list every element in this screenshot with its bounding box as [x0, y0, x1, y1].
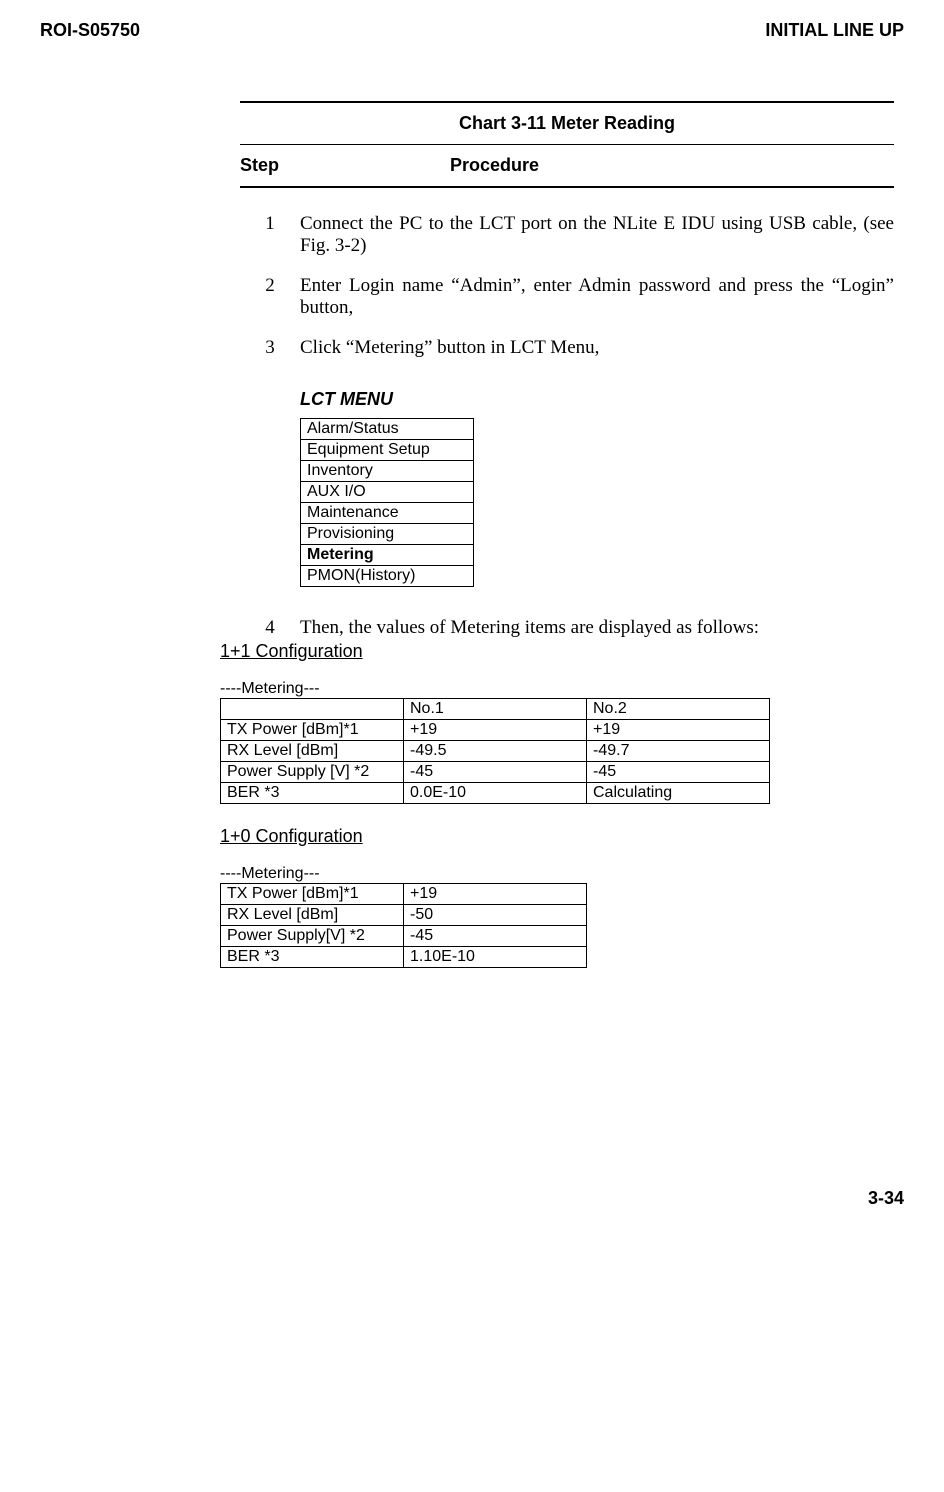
column-step: Step — [240, 155, 450, 176]
step-number: 4 — [240, 617, 300, 639]
lct-menu-heading: LCT MENU — [300, 389, 894, 410]
config-heading-1plus1: 1+1 Configuration — [220, 641, 874, 662]
table-cell: TX Power [dBm]*1 — [221, 884, 404, 905]
step-text: Enter Login name “Admin”, enter Admin pa… — [300, 275, 894, 319]
lct-menu-item[interactable]: Equipment Setup — [301, 440, 474, 461]
table-cell: +19 — [587, 720, 770, 741]
section-title: INITIAL LINE UP — [765, 20, 904, 41]
table-cell: No.2 — [587, 699, 770, 720]
table-cell: -45 — [404, 926, 587, 947]
table-cell: BER *3 — [221, 947, 404, 968]
table-cell: RX Level [dBm] — [221, 741, 404, 762]
table-row: BER *3 1.10E-10 — [221, 947, 587, 968]
table-cell: Power Supply[V] *2 — [221, 926, 404, 947]
table-cell: Power Supply [V] *2 — [221, 762, 404, 783]
table-row: RX Level [dBm] -49.5 -49.7 — [221, 741, 770, 762]
table-row: TX Power [dBm]*1 +19 +19 — [221, 720, 770, 741]
step-text: Click “Metering” button in LCT Menu, — [300, 337, 894, 359]
step-number: 2 — [240, 275, 300, 319]
table-row: RX Level [dBm] -50 — [221, 905, 587, 926]
table-row: No.1 No.2 — [221, 699, 770, 720]
step-row: 3 Click “Metering” button in LCT Menu, — [240, 337, 894, 359]
table-row: BER *3 0.0E-10 Calculating — [221, 783, 770, 804]
table-cell: +19 — [404, 884, 587, 905]
step-number: 3 — [240, 337, 300, 359]
table-row: TX Power [dBm]*1 +19 — [221, 884, 587, 905]
step-row: 1 Connect the PC to the LCT port on the … — [240, 213, 894, 257]
step-text: Connect the PC to the LCT port on the NL… — [300, 213, 894, 257]
lct-menu-item[interactable]: Maintenance — [301, 503, 474, 524]
metering-label: ----Metering--- — [220, 865, 874, 883]
table-cell: TX Power [dBm]*1 — [221, 720, 404, 741]
lct-menu-item[interactable]: AUX I/O — [301, 482, 474, 503]
table-cell — [221, 699, 404, 720]
table-cell: BER *3 — [221, 783, 404, 804]
doc-id: ROI-S05750 — [40, 20, 140, 41]
lct-menu-item[interactable]: Inventory — [301, 461, 474, 482]
table-row: Power Supply[V] *2 -45 — [221, 926, 587, 947]
step-row: 2 Enter Login name “Admin”, enter Admin … — [240, 275, 894, 319]
table-cell: 0.0E-10 — [404, 783, 587, 804]
lct-menu-item-metering[interactable]: Metering — [301, 545, 474, 566]
table-cell: No.1 — [404, 699, 587, 720]
table-cell: -49.5 — [404, 741, 587, 762]
metering-table-1plus1: No.1 No.2 TX Power [dBm]*1 +19 +19 RX Le… — [220, 698, 770, 804]
metering-table-1plus0: TX Power [dBm]*1 +19 RX Level [dBm] -50 … — [220, 883, 587, 968]
table-cell: +19 — [404, 720, 587, 741]
config-heading-1plus0: 1+0 Configuration — [220, 826, 874, 847]
chart-title: Chart 3-11 Meter Reading — [240, 101, 894, 145]
lct-menu-item[interactable]: Provisioning — [301, 524, 474, 545]
table-cell: 1.10E-10 — [404, 947, 587, 968]
step-number: 1 — [240, 213, 300, 257]
table-cell: -49.7 — [587, 741, 770, 762]
table-cell: -45 — [404, 762, 587, 783]
step-row: 4 Then, the values of Metering items are… — [240, 617, 894, 639]
lct-menu-item[interactable]: Alarm/Status — [301, 419, 474, 440]
table-cell: RX Level [dBm] — [221, 905, 404, 926]
lct-menu-item[interactable]: PMON(History) — [301, 566, 474, 587]
table-cell: -45 — [587, 762, 770, 783]
column-procedure: Procedure — [450, 155, 539, 176]
lct-menu-table: Alarm/Status Equipment Setup Inventory A… — [300, 418, 474, 587]
table-cell: -50 — [404, 905, 587, 926]
table-row: Power Supply [V] *2 -45 -45 — [221, 762, 770, 783]
metering-label: ----Metering--- — [220, 680, 874, 698]
step-text: Then, the values of Metering items are d… — [300, 617, 894, 639]
table-cell: Calculating — [587, 783, 770, 804]
page-number: 3-34 — [40, 1188, 904, 1209]
